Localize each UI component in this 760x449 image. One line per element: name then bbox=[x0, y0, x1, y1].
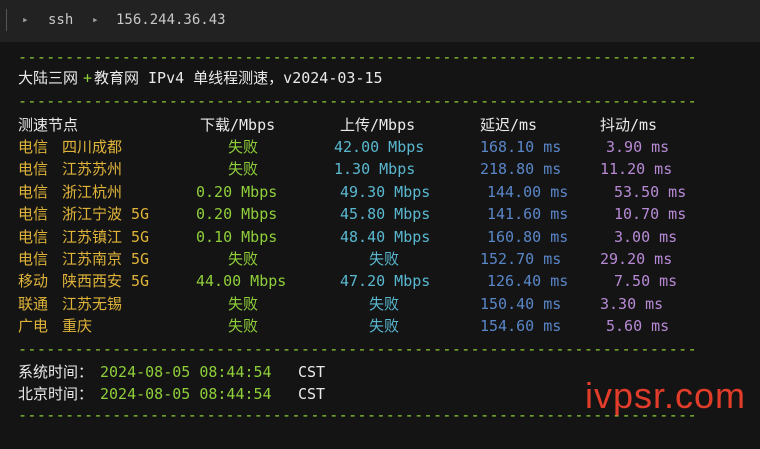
row-jitter: 5.60 ms bbox=[606, 317, 670, 336]
row-download: 44.00 Mbps bbox=[196, 272, 287, 291]
row-latency: 141.60 ms bbox=[487, 205, 569, 224]
row-jitter: 11.20 ms bbox=[600, 160, 673, 179]
row-upload: 45.80 Mbps bbox=[340, 205, 431, 224]
row-node: 江苏南京 5G bbox=[62, 250, 150, 268]
speedtest-title: 大陆三网 + 教育网 IPv4 单线程测速，v2024-03-15 bbox=[0, 67, 760, 89]
row-jitter: 3.00 ms bbox=[614, 227, 678, 246]
row-isp: 电信 bbox=[18, 160, 49, 179]
row-isp: 电信 bbox=[18, 205, 49, 224]
row-latency: 150.40 ms bbox=[480, 294, 562, 313]
breadcrumb-host[interactable]: 156.244.36.43 bbox=[116, 12, 226, 28]
row-download: 失败 bbox=[228, 138, 259, 156]
system-time-value: 2024-08-05 08:44:54 bbox=[100, 363, 272, 381]
row-download: 失败 bbox=[228, 294, 259, 313]
table-row: 电信 江苏苏州 失败 1.30 Mbps 218.80 ms 11.20 ms bbox=[0, 158, 760, 180]
row-upload: 47.20 Mbps bbox=[340, 272, 431, 291]
row-node: 浙江宁波 5G bbox=[62, 205, 150, 224]
row-download: 0.10 Mbps bbox=[196, 227, 278, 246]
row-upload: 1.30 Mbps bbox=[334, 160, 416, 179]
table-row: 电信 江苏镇江 5G 0.10 Mbps 48.40 Mbps 160.80 ms 3.0… bbox=[0, 226, 760, 248]
row-latency: 154.60 ms bbox=[480, 317, 562, 336]
row-isp: 电信 bbox=[18, 182, 49, 201]
row-node: 四川成都 bbox=[62, 138, 123, 156]
row-isp: 电信 bbox=[18, 138, 49, 156]
header-upload: 上传/Mbps bbox=[340, 116, 416, 134]
row-node: 浙江杭州 bbox=[62, 182, 123, 201]
row-download: 失败 bbox=[228, 250, 259, 268]
separator-line: ----------------------------------------… bbox=[18, 48, 698, 66]
row-download: 0.20 Mbps bbox=[196, 182, 278, 201]
row-isp: 广电 bbox=[18, 317, 49, 336]
row-latency: 152.70 ms bbox=[480, 250, 562, 268]
system-time-zone: CST bbox=[298, 363, 326, 381]
row-latency: 126.40 ms bbox=[487, 272, 569, 291]
terminal-tab-bar: ▸ ssh ▸ 156.244.36.43 bbox=[0, 0, 760, 42]
row-download: 失败 bbox=[228, 317, 259, 336]
header-node: 测速节点 bbox=[18, 116, 79, 134]
row-jitter: 10.70 ms bbox=[614, 205, 687, 224]
row-isp: 移动 bbox=[18, 272, 49, 291]
separator-line: ----------------------------------------… bbox=[18, 340, 698, 358]
chevron-right-icon: ▸ bbox=[92, 13, 99, 26]
tab-divider bbox=[6, 9, 7, 31]
row-node: 江苏镇江 5G bbox=[62, 227, 150, 246]
beijing-time-zone: CST bbox=[298, 385, 326, 403]
table-row: 电信 浙江杭州 0.20 Mbps 49.30 Mbps 144.00 ms 53.50 … bbox=[0, 181, 760, 203]
title-part1: 大陆三网 bbox=[18, 69, 79, 87]
row-node: 陕西西安 5G bbox=[62, 272, 150, 291]
title-plus: + bbox=[83, 69, 93, 87]
breadcrumb-ssh[interactable]: ssh bbox=[48, 12, 73, 28]
row-download: 0.20 Mbps bbox=[196, 205, 278, 224]
row-latency: 144.00 ms bbox=[487, 182, 569, 201]
row-upload: 42.00 Mbps bbox=[334, 138, 425, 156]
row-latency: 160.80 ms bbox=[487, 227, 569, 246]
table-row: 广电 重庆 失败 失败 154.60 ms 5.60 ms bbox=[0, 315, 760, 337]
chevron-right-icon: ▸ bbox=[22, 13, 29, 26]
row-node: 江苏无锡 bbox=[62, 294, 123, 313]
separator-line: ----------------------------------------… bbox=[18, 92, 698, 110]
row-upload: 失败 bbox=[369, 317, 400, 336]
row-isp: 电信 bbox=[18, 227, 49, 246]
table-row: 电信 浙江宁波 5G 0.20 Mbps 45.80 Mbps 141.60 ms 10.… bbox=[0, 203, 760, 225]
system-time-label: 系统时间： bbox=[18, 363, 94, 381]
row-latency: 168.10 ms bbox=[480, 138, 562, 156]
beijing-time-value: 2024-08-05 08:44:54 bbox=[100, 385, 272, 403]
header-latency: 延迟/ms bbox=[480, 116, 538, 134]
table-row: 电信 四川成都 失败 42.00 Mbps 168.10 ms 3.90 ms bbox=[0, 136, 760, 158]
row-jitter: 7.50 ms bbox=[614, 272, 678, 291]
header-jitter: 抖动/ms bbox=[600, 116, 658, 134]
row-jitter: 3.30 ms bbox=[600, 294, 664, 313]
table-header: 测速节点 下载/Mbps 上传/Mbps 延迟/ms 抖动/ms bbox=[0, 114, 760, 136]
beijing-time-label: 北京时间： bbox=[18, 385, 94, 403]
row-isp: 电信 bbox=[18, 250, 49, 268]
row-upload: 48.40 Mbps bbox=[340, 227, 431, 246]
row-node: 重庆 bbox=[62, 317, 93, 336]
row-upload: 49.30 Mbps bbox=[340, 182, 431, 201]
row-latency: 218.80 ms bbox=[480, 160, 562, 179]
row-jitter: 53.50 ms bbox=[614, 182, 687, 201]
table-row: 移动 陕西西安 5G 44.00 Mbps 47.20 Mbps 126.40 ms 7.… bbox=[0, 270, 760, 292]
header-download: 下载/Mbps bbox=[200, 116, 276, 134]
watermark-logo: ivpsr.com bbox=[584, 375, 746, 416]
row-upload: 失败 bbox=[369, 250, 400, 268]
table-row: 联通 江苏无锡 失败 失败 150.40 ms 3.30 ms bbox=[0, 293, 760, 315]
row-download: 失败 bbox=[228, 160, 259, 179]
table-row: 电信 江苏南京 5G 失败 失败 152.70 ms 29.20 ms bbox=[0, 248, 760, 270]
row-upload: 失败 bbox=[369, 294, 400, 313]
terminal-output[interactable]: ----------------------------------------… bbox=[0, 42, 760, 425]
row-jitter: 29.20 ms bbox=[600, 250, 673, 268]
row-node: 江苏苏州 bbox=[62, 160, 123, 179]
row-jitter: 3.90 ms bbox=[606, 138, 670, 156]
row-isp: 联通 bbox=[18, 294, 49, 313]
title-part2: 教育网 IPv4 单线程测速，v2024-03-15 bbox=[94, 69, 383, 87]
